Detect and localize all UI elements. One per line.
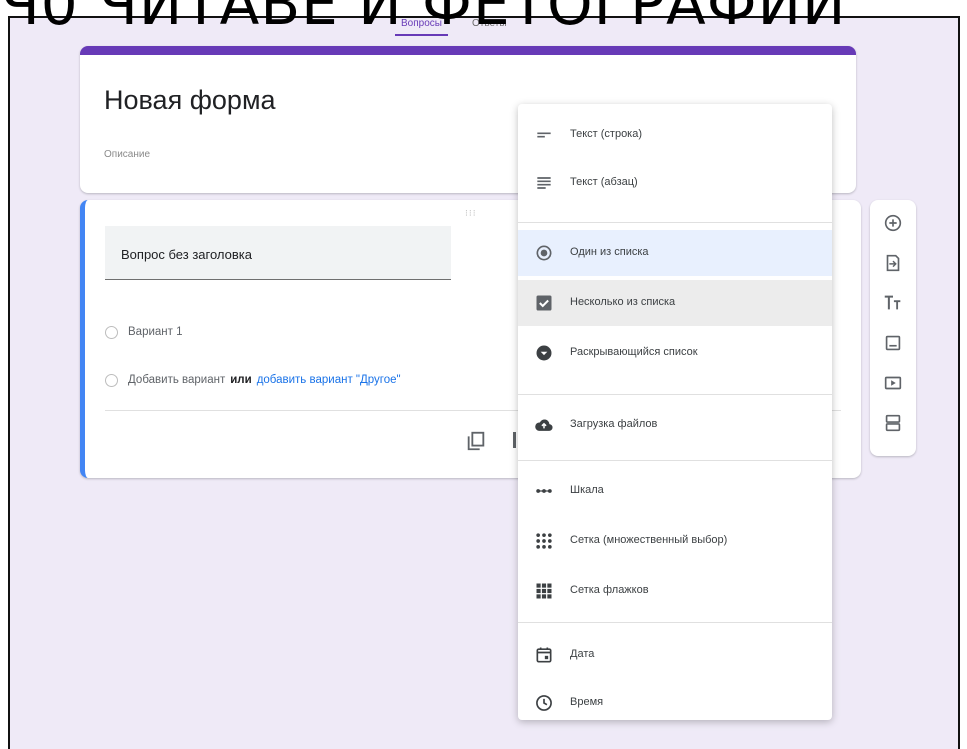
- form-description[interactable]: Описание: [104, 149, 150, 160]
- add-other-option-link[interactable]: добавить вариант "Другое": [257, 374, 401, 386]
- menu-item-paragraph[interactable]: Текст (абзац): [518, 160, 832, 206]
- clock-icon: [536, 695, 552, 711]
- option-row[interactable]: Вариант 1: [105, 322, 183, 342]
- add-option-row: Добавить вариант или добавить вариант "Д…: [105, 370, 401, 390]
- radio-icon: [105, 325, 118, 339]
- delete-icon[interactable]: [513, 432, 516, 448]
- paragraph-icon: [537, 177, 551, 189]
- question-toolbar: [870, 200, 916, 456]
- dropdown-icon: [536, 345, 552, 361]
- menu-item-label: Один из списка: [570, 246, 649, 258]
- video-icon[interactable]: [882, 372, 904, 394]
- title-text-icon[interactable]: [882, 292, 904, 314]
- add-option-link[interactable]: Добавить вариант: [128, 374, 225, 386]
- duplicate-icon[interactable]: [465, 430, 487, 452]
- image-icon[interactable]: [882, 332, 904, 354]
- option-label[interactable]: Вариант 1: [128, 326, 183, 338]
- radio-icon: [105, 373, 118, 387]
- calendar-icon: [536, 647, 552, 663]
- menu-item-multiple-choice[interactable]: Один из списка: [518, 230, 832, 276]
- menu-item-dropdown[interactable]: Раскрывающийся список: [518, 330, 832, 376]
- question-title-field[interactable]: Вопрос без заголовка: [105, 226, 451, 280]
- menu-item-label: Текст (абзац): [570, 176, 638, 188]
- menu-item-label: Шкала: [570, 484, 604, 496]
- menu-item-time[interactable]: Время: [518, 680, 832, 726]
- menu-item-label: Сетка флажков: [570, 584, 649, 596]
- drag-handle-icon[interactable]: ⁝⁝⁝: [465, 208, 477, 219]
- menu-item-label: Загрузка файлов: [570, 418, 658, 430]
- menu-item-short-answer[interactable]: Текст (строка): [518, 112, 832, 158]
- add-circle-icon[interactable]: [882, 212, 904, 234]
- menu-item-label: Дата: [570, 648, 595, 660]
- menu-separator: [518, 622, 832, 623]
- menu-item-multiple-choice-grid[interactable]: Сетка (множественный выбор): [518, 518, 832, 564]
- question-title-text: Вопрос без заголовка: [121, 247, 252, 262]
- menu-separator: [518, 222, 832, 223]
- menu-item-label: Сетка (множественный выбор): [570, 534, 728, 546]
- radio-button-icon: [536, 245, 552, 261]
- short-answer-icon: [537, 132, 551, 138]
- menu-item-label: Раскрывающийся список: [570, 346, 698, 358]
- forms-editor: Вопросы Ответы Новая форма Описание ⁝⁝⁝ …: [8, 16, 960, 749]
- menu-item-date[interactable]: Дата: [518, 632, 832, 678]
- import-questions-icon[interactable]: [882, 252, 904, 274]
- checkbox-grid-icon: [536, 583, 552, 599]
- or-text: или: [230, 374, 252, 386]
- menu-separator: [518, 394, 832, 395]
- section-icon[interactable]: [882, 412, 904, 434]
- menu-item-label: Время: [570, 696, 604, 708]
- menu-separator: [518, 460, 832, 461]
- overlay-heading: Ч0 ЧИТАВЕ И ФЕТОГРАФИИ: [0, 0, 847, 36]
- menu-item-label: Несколько из списка: [570, 296, 676, 308]
- menu-item-file-upload[interactable]: Загрузка файлов: [518, 402, 832, 448]
- grid-icon: [536, 533, 552, 549]
- form-title[interactable]: Новая форма: [104, 85, 276, 116]
- menu-item-checkbox-grid[interactable]: Сетка флажков: [518, 568, 832, 614]
- checkbox-icon: [536, 295, 552, 311]
- menu-item-linear-scale[interactable]: Шкала: [518, 468, 832, 514]
- question-type-menu: Текст (строка) Текст (абзац) Один из спи…: [518, 104, 832, 720]
- cloud-upload-icon: [535, 419, 553, 431]
- linear-scale-icon: [536, 489, 552, 493]
- menu-item-checkboxes[interactable]: Несколько из списка: [518, 280, 832, 326]
- menu-item-label: Текст (строка): [570, 128, 643, 140]
